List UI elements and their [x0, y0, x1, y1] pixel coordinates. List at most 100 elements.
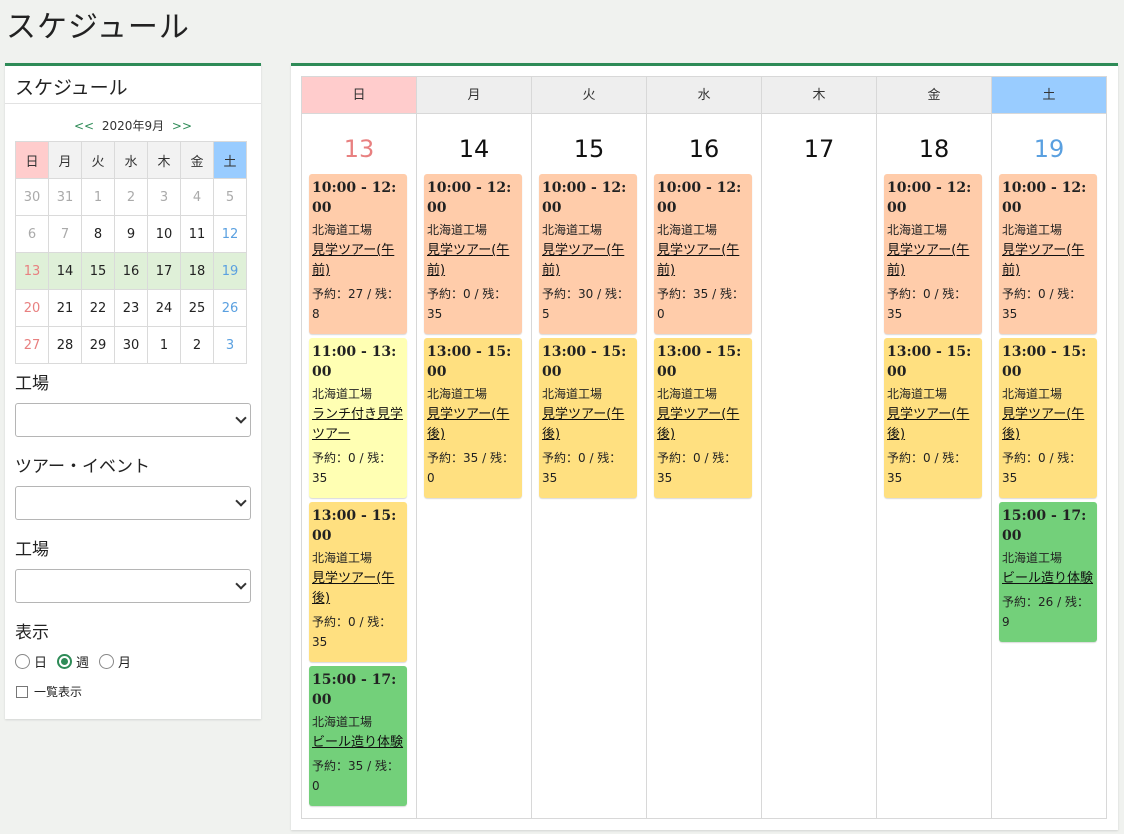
event-tour-link[interactable]: ビール造り体験 [1002, 569, 1094, 589]
event-tour-link[interactable]: 見学ツアー(午後) [887, 405, 979, 445]
event-card[interactable]: 13:00 - 15:00 北海道工場 見学ツアー(午後) 予約：0 / 残：35 [884, 338, 982, 498]
tour-event-select[interactable] [15, 486, 251, 520]
view-week-option[interactable]: 週 [57, 652, 89, 671]
mini-calendar-week: 6 7 8 9 10 11 12 [15, 215, 247, 253]
event-card[interactable]: 13:00 - 15:00 北海道工場 見学ツアー(午後) 予約：0 / 残：35 [654, 338, 752, 498]
event-tour-link[interactable]: 見学ツアー(午前) [657, 241, 749, 281]
mini-calendar-day[interactable]: 31 [48, 178, 82, 216]
view-day-option[interactable]: 日 [15, 652, 47, 671]
mini-calendar-day[interactable]: 1 [81, 178, 115, 216]
mini-calendar-day[interactable]: 12 [213, 215, 247, 253]
mini-calendar-day[interactable]: 5 [213, 178, 247, 216]
day-number[interactable]: 13 [302, 114, 416, 174]
mini-calendar-day[interactable]: 4 [180, 178, 214, 216]
event-tour-link[interactable]: ビール造り体験 [312, 733, 404, 753]
radio-month[interactable] [99, 654, 115, 669]
event-card[interactable]: 15:00 - 17:00 北海道工場 ビール造り体験 予約：35 / 残：0 [309, 666, 407, 806]
mini-calendar-day[interactable]: 22 [81, 289, 115, 327]
event-card[interactable]: 10:00 - 12:00 北海道工場 見学ツアー(午前) 予約：0 / 残：35 [999, 174, 1097, 334]
mini-calendar-day[interactable]: 11 [180, 215, 214, 253]
event-tour-link[interactable]: 見学ツアー(午前) [1002, 241, 1094, 281]
mini-calendar-day[interactable]: 8 [81, 215, 115, 253]
event-time: 10:00 - 12:00 [542, 180, 627, 216]
mini-calendar-day[interactable]: 28 [48, 326, 82, 364]
event-place: 北海道工場 [312, 715, 373, 729]
mini-calendar-day[interactable]: 2 [114, 178, 148, 216]
day-column: 日 13 10:00 - 12:00 北海道工場 見学ツアー(午前) 予約：27 / 残：… [302, 77, 417, 818]
mini-calendar-day[interactable]: 18 [180, 252, 214, 290]
event-tour-link[interactable]: 見学ツアー(午後) [657, 405, 749, 445]
day-header: 土 [992, 77, 1106, 114]
day-number[interactable]: 16 [647, 114, 761, 174]
factory-select[interactable] [15, 403, 251, 437]
radio-day[interactable] [15, 654, 30, 669]
mini-calendar-day[interactable]: 25 [180, 289, 214, 327]
mini-calendar-day[interactable]: 3 [147, 178, 181, 216]
mini-calendar-day[interactable]: 21 [48, 289, 82, 327]
radio-week[interactable] [57, 654, 73, 669]
mini-calendar-day[interactable]: 10 [147, 215, 181, 253]
mini-calendar-day[interactable]: 3 [213, 326, 247, 364]
event-tour-link[interactable]: 見学ツアー(午前) [887, 241, 979, 281]
event-reservation-status: 予約：0 / 残：35 [1002, 287, 1082, 321]
next-month-link[interactable]: >> [172, 119, 192, 133]
event-time: 10:00 - 12:00 [657, 180, 742, 216]
factory-select-2[interactable] [15, 569, 251, 603]
event-card[interactable]: 10:00 - 12:00 北海道工場 見学ツアー(午前) 予約：0 / 残：35 [424, 174, 522, 334]
mini-calendar-day[interactable]: 2 [180, 326, 214, 364]
mini-calendar-day[interactable]: 30 [15, 178, 49, 216]
event-tour-link[interactable]: 見学ツアー(午後) [1002, 405, 1094, 445]
list-view-label: 一覧表示 [34, 685, 83, 699]
mini-calendar-day[interactable]: 15 [81, 252, 115, 290]
mini-calendar-day[interactable]: 7 [48, 215, 82, 253]
weekday-header: 水 [114, 141, 148, 179]
mini-calendar-day[interactable]: 24 [147, 289, 181, 327]
event-card[interactable]: 13:00 - 15:00 北海道工場 見学ツアー(午後) 予約：0 / 残：35 [539, 338, 637, 498]
day-column: 木 17 [762, 77, 877, 818]
event-card[interactable]: 10:00 - 12:00 北海道工場 見学ツアー(午前) 予約：0 / 残：35 [884, 174, 982, 334]
mini-calendar-day[interactable]: 30 [114, 326, 148, 364]
event-card[interactable]: 13:00 - 15:00 北海道工場 見学ツアー(午後) 予約：0 / 残：35 [309, 502, 407, 662]
day-number[interactable]: 18 [877, 114, 991, 174]
mini-calendar-week: 30 31 1 2 3 4 5 [15, 178, 247, 216]
mini-calendar-day[interactable]: 20 [15, 289, 49, 327]
mini-calendar-day[interactable]: 14 [48, 252, 82, 290]
event-card[interactable]: 13:00 - 15:00 北海道工場 見学ツアー(午後) 予約：0 / 残：35 [999, 338, 1097, 498]
event-tour-link[interactable]: ランチ付き見学ツアー [312, 405, 404, 445]
mini-calendar-day[interactable]: 19 [213, 252, 247, 290]
event-place: 北海道工場 [427, 223, 488, 237]
day-number[interactable]: 14 [417, 114, 531, 174]
event-card[interactable]: 10:00 - 12:00 北海道工場 見学ツアー(午前) 予約：30 / 残：5 [539, 174, 637, 334]
event-tour-link[interactable]: 見学ツアー(午後) [312, 569, 404, 609]
prev-month-link[interactable]: << [74, 119, 94, 133]
mini-calendar-day[interactable]: 6 [15, 215, 49, 253]
mini-calendar-day[interactable]: 26 [213, 289, 247, 327]
list-view-checkbox[interactable] [16, 685, 28, 698]
weekday-header: 火 [81, 141, 115, 179]
event-card[interactable]: 15:00 - 17:00 北海道工場 ビール造り体験 予約：26 / 残：9 [999, 502, 1097, 642]
mini-calendar-week: 27 28 29 30 1 2 3 [15, 326, 247, 364]
mini-calendar-day[interactable]: 29 [81, 326, 115, 364]
mini-calendar-day[interactable]: 13 [15, 252, 49, 290]
event-card[interactable]: 10:00 - 12:00 北海道工場 見学ツアー(午前) 予約：27 / 残：8 [309, 174, 407, 334]
mini-calendar-day[interactable]: 9 [114, 215, 148, 253]
event-tour-link[interactable]: 見学ツアー(午前) [427, 241, 519, 281]
mini-calendar-day[interactable]: 23 [114, 289, 148, 327]
mini-calendar-day[interactable]: 16 [114, 252, 148, 290]
list-view-option[interactable]: 一覧表示 [16, 683, 82, 700]
event-card[interactable]: 10:00 - 12:00 北海道工場 見学ツアー(午前) 予約：35 / 残：0 [654, 174, 752, 334]
mini-calendar-day[interactable]: 17 [147, 252, 181, 290]
event-tour-link[interactable]: 見学ツアー(午後) [427, 405, 519, 445]
event-card[interactable]: 11:00 - 13:00 北海道工場 ランチ付き見学ツアー 予約：0 / 残：35 [309, 338, 407, 498]
day-number[interactable]: 17 [762, 114, 876, 174]
event-tour-link[interactable]: 見学ツアー(午前) [312, 241, 404, 281]
event-card[interactable]: 13:00 - 15:00 北海道工場 見学ツアー(午後) 予約：35 / 残：0 [424, 338, 522, 498]
mini-calendar-day[interactable]: 27 [15, 326, 49, 364]
event-tour-link[interactable]: 見学ツアー(午前) [542, 241, 634, 281]
day-number[interactable]: 19 [992, 114, 1106, 174]
mini-calendar-day[interactable]: 1 [147, 326, 181, 364]
view-month-option[interactable]: 月 [99, 652, 131, 671]
event-tour-link[interactable]: 見学ツアー(午後) [542, 405, 634, 445]
event-reservation-status: 予約：35 / 残：0 [657, 287, 744, 321]
day-number[interactable]: 15 [532, 114, 646, 174]
